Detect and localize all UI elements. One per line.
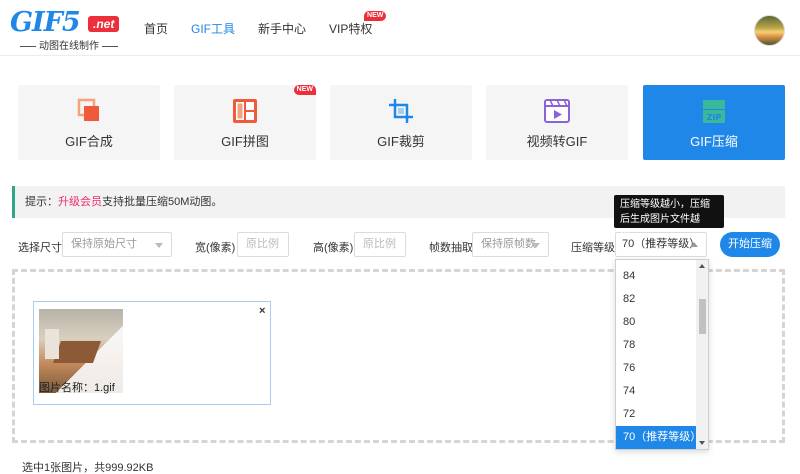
- dropdown-option[interactable]: 72: [616, 403, 697, 426]
- chevron-down-icon: [155, 243, 163, 248]
- zip-icon: ZIP: [703, 100, 725, 123]
- height-label: 高(像素): [313, 242, 354, 254]
- upgrade-vip-link[interactable]: 升级会员: [58, 196, 102, 208]
- frame-label: 帧数抽取: [429, 242, 473, 254]
- new-badge: NEW: [364, 11, 387, 21]
- collage-icon: [233, 99, 257, 123]
- size-label: 选择尺寸: [18, 242, 62, 254]
- chevron-up-icon: [690, 242, 698, 247]
- level-dropdown-list: 84 82 80 78 76 74 72 70（推荐等级）: [615, 259, 709, 450]
- height-input[interactable]: 原比例: [354, 232, 406, 257]
- main-nav: 首页 GIF工具 新手中心 VIP特权 NEW: [144, 11, 395, 37]
- video-icon: [544, 99, 570, 123]
- scrollbar-thumb[interactable]: [699, 299, 706, 334]
- dropdown-option[interactable]: 84: [616, 265, 697, 288]
- dropdown-option[interactable]: 82: [616, 288, 697, 311]
- tool-gif-compress[interactable]: ZIP GIF压缩: [643, 85, 785, 160]
- chevron-down-icon: [532, 243, 540, 248]
- crop-icon: [389, 99, 413, 123]
- nav-vip[interactable]: VIP特权 NEW: [329, 11, 387, 37]
- tool-label: GIF合成: [65, 134, 113, 149]
- size-select[interactable]: 保持原始尺寸: [62, 232, 172, 257]
- nav-vip-label: VIP特权: [329, 22, 373, 36]
- dropdown-option[interactable]: 80: [616, 311, 697, 334]
- size-select-value: 保持原始尺寸: [71, 238, 137, 250]
- merge-icon: [77, 98, 99, 121]
- tool-label: GIF拼图: [221, 134, 269, 149]
- scroll-down-arrow-icon[interactable]: [699, 441, 705, 445]
- user-avatar[interactable]: [754, 15, 785, 46]
- logo-text: GIF5: [10, 7, 81, 38]
- file-name: 图片名称：1.gif: [39, 382, 115, 394]
- logo-subtitle: 动图在线制作: [10, 37, 128, 52]
- tip-suffix: 支持批量压缩50M动图。: [102, 196, 223, 208]
- dropdown-option[interactable]: 74: [616, 380, 697, 403]
- tool-label: 视频转GIF: [526, 134, 588, 149]
- dropdown-option[interactable]: 76: [616, 357, 697, 380]
- dropdown-option-selected[interactable]: 70（推荐等级）: [616, 426, 701, 449]
- tool-label: GIF裁剪: [377, 134, 425, 149]
- tip-prefix: 提示：: [25, 196, 58, 208]
- dropdown-option[interactable]: 78: [616, 334, 697, 357]
- nav-gif-tools[interactable]: GIF工具: [191, 20, 235, 37]
- tool-gif-collage[interactable]: GIF拼图 NEW: [174, 85, 316, 160]
- scroll-up-arrow-icon[interactable]: [699, 264, 705, 268]
- frame-select-value: 保持原帧数: [481, 238, 536, 250]
- nav-beginner[interactable]: 新手中心: [258, 20, 306, 37]
- tool-video-to-gif[interactable]: 视频转GIF: [486, 85, 628, 160]
- logo-net-badge: .net: [88, 16, 120, 32]
- tool-gif-merge[interactable]: GIF合成: [18, 85, 160, 160]
- site-header: GIF5 .net 动图在线制作 首页 GIF工具 新手中心 VIP特权 NEW: [0, 0, 800, 56]
- remove-file-button[interactable]: ×: [259, 305, 265, 317]
- svg-text:ZIP: ZIP: [707, 113, 722, 122]
- width-label: 宽(像素): [195, 242, 236, 254]
- tool-gif-crop[interactable]: GIF裁剪: [330, 85, 472, 160]
- frame-select[interactable]: 保持原帧数: [472, 232, 549, 257]
- tool-label: GIF压缩: [690, 134, 738, 149]
- new-badge: NEW: [293, 85, 316, 95]
- width-input[interactable]: 原比例: [237, 232, 289, 257]
- site-logo[interactable]: GIF5 .net 动图在线制作: [10, 7, 128, 52]
- dropdown-scrollbar[interactable]: [696, 260, 708, 449]
- compress-level-tooltip: 压缩等级越小，压缩后生成图片文件越小。: [614, 195, 724, 240]
- nav-home[interactable]: 首页: [144, 20, 168, 37]
- start-compress-button[interactable]: 开始压缩: [720, 232, 780, 257]
- selection-status: 选中1张图片，共999.92KB: [22, 462, 154, 474]
- level-label: 压缩等级: [571, 242, 615, 254]
